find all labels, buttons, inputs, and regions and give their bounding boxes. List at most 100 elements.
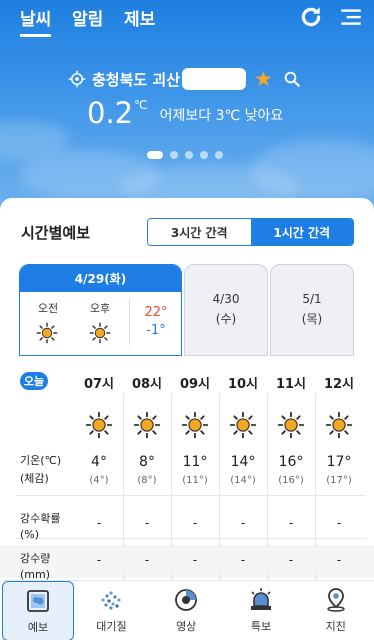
hour-feels-like: (14°) (230, 475, 256, 486)
interval-3h-button[interactable]: 3시간 간격 (148, 219, 251, 245)
location-row: 충청북도 괴산 ★ (68, 68, 301, 90)
refresh-icon[interactable] (298, 4, 324, 30)
nav-air-quality[interactable]: 대기질 (74, 581, 149, 640)
menu-icon[interactable] (338, 4, 364, 30)
day-tab-date: 5/1 (302, 292, 322, 306)
hour-column: 07시 4° (4°) - - (75, 371, 123, 582)
tab-report[interactable]: 제보 (124, 5, 155, 30)
sun-icon (277, 411, 305, 439)
hour-temperature: 11° (182, 454, 208, 470)
earthquake-pin-icon (327, 588, 345, 612)
hour-precip-amount: - (171, 547, 219, 573)
row-label-unit: (%) (20, 528, 40, 541)
search-icon[interactable] (283, 70, 301, 88)
sun-icon (89, 322, 111, 344)
hourly-columns: 07시 4° (4°) - - 08시 8° (8°) - - 09시 11° … (75, 371, 365, 582)
hour-feels-like: (17°) (326, 475, 352, 486)
high-temperature: 22° (144, 305, 168, 320)
hour-label: 11시 (275, 377, 307, 392)
hour-precip-amount: - (219, 547, 267, 573)
current-weather: 0.2 ℃ 어제보다 3℃ 낮아요 (87, 96, 283, 130)
day-tab-date: 4/30 (212, 292, 240, 306)
hour-precip-probability: - (288, 516, 294, 530)
day-tab-0501[interactable]: 5/1 (목) (270, 264, 354, 356)
nav-label: 대기질 (96, 620, 127, 633)
hour-column: 12시 17° (17°) - - (315, 371, 363, 582)
carousel-dot[interactable] (185, 151, 193, 159)
carousel-dot[interactable] (170, 151, 178, 159)
hour-label: 10시 (227, 377, 259, 392)
hourly-forecast-card: 시간별예보 3시간 간격 1시간 간격 4/29(화) 오전 오후 22° -1… (0, 198, 374, 582)
sun-icon (36, 322, 58, 344)
divider (129, 299, 130, 345)
hour-temperature: 17° (326, 454, 352, 470)
section-title: 시간별예보 (21, 224, 91, 242)
row-label-feels-like: (체감) (20, 472, 49, 485)
location-target-icon[interactable] (68, 70, 86, 88)
nav-label: 영상 (176, 620, 197, 633)
hour-precip-amount: - (123, 547, 171, 573)
tab-alert[interactable]: 알림 (72, 5, 103, 30)
hour-column: 11시 16° (16°) - - (267, 371, 315, 582)
nav-video[interactable]: 영상 (149, 581, 224, 640)
sun-icon (325, 411, 353, 439)
hour-feels-like: (11°) (182, 475, 208, 486)
top-navigation: 날씨 알림 제보 (0, 0, 374, 38)
day-tab-today[interactable]: 4/29(화) 오전 오후 22° -1° (19, 264, 182, 356)
day-tab-weekday: (수) (215, 312, 237, 326)
nav-earthquake[interactable]: 지진 (298, 581, 373, 640)
hour-temperature: 16° (278, 454, 304, 470)
hour-column: 10시 14° (14°) - - (219, 371, 267, 582)
today-badge: 오늘 (20, 372, 48, 390)
row-label-text: 강수확률 (20, 512, 61, 525)
am-label: 오전 (37, 302, 59, 315)
temperature-unit: ℃ (134, 98, 148, 112)
nav-forecast[interactable]: 예보 (2, 581, 74, 640)
hour-temperature: 4° (91, 454, 107, 470)
hour-feels-like: (8°) (137, 475, 157, 486)
video-icon (175, 589, 198, 611)
carousel-dot[interactable] (215, 151, 223, 159)
air-quality-icon (101, 591, 121, 610)
yesterday-comparison: 어제보다 3℃ 낮아요 (159, 108, 284, 124)
low-temperature: -1° (146, 323, 166, 338)
location-name[interactable]: 충청북도 괴산 (92, 69, 180, 90)
nav-warning[interactable]: 특보 (224, 581, 299, 640)
bottom-navigation: 예보 대기질 영상 특보 지진 (0, 580, 374, 640)
day-tab-weekday: (목) (301, 312, 323, 326)
hour-feels-like: (4°) (89, 475, 109, 486)
row-label-text: 강수량 (20, 552, 51, 565)
row-label-precip-probability: 강수확률 (%) (20, 511, 60, 543)
redacted-area (182, 68, 247, 90)
nav-label: 특보 (250, 620, 272, 633)
carousel-indicator (147, 151, 223, 159)
row-label-temperature: 기온(℃) (20, 454, 62, 467)
weather-hero: 날씨 알림 제보 충청북도 괴산 ★ 0.2 ℃ 어제보다 3℃ 낮아요 (0, 0, 374, 214)
day-tab-0430[interactable]: 4/30 (수) (184, 264, 268, 356)
interval-toggle: 3시간 간격 1시간 간격 (147, 218, 354, 246)
nav-label: 예보 (27, 621, 49, 634)
hour-precip-probability: - (336, 516, 342, 530)
row-label-precip-amount: 강수량 (mm) (20, 551, 50, 583)
hour-precip-probability: - (96, 516, 102, 530)
sun-icon (85, 411, 113, 439)
hour-column: 08시 8° (8°) - - (123, 371, 171, 582)
sun-icon (229, 411, 257, 439)
carousel-dot[interactable] (147, 151, 163, 159)
carousel-dot[interactable] (200, 151, 208, 159)
warning-siren-icon (250, 588, 271, 610)
tab-weather[interactable]: 날씨 (20, 5, 52, 37)
hour-precip-amount: - (75, 547, 123, 573)
sun-icon (133, 411, 161, 439)
hour-precip-probability: - (240, 516, 246, 530)
hour-label: 12시 (323, 377, 355, 392)
hour-label: 07시 (83, 377, 115, 392)
hour-label: 09시 (179, 377, 211, 392)
hour-feels-like: (16°) (278, 475, 304, 486)
pm-label: 오후 (89, 302, 111, 315)
hour-column: 09시 11° (11°) - - (171, 371, 219, 582)
star-icon[interactable]: ★ (254, 68, 273, 90)
hour-temperature: 8° (139, 454, 155, 470)
interval-1h-button[interactable]: 1시간 간격 (250, 219, 353, 245)
hour-temperature: 14° (230, 454, 256, 470)
